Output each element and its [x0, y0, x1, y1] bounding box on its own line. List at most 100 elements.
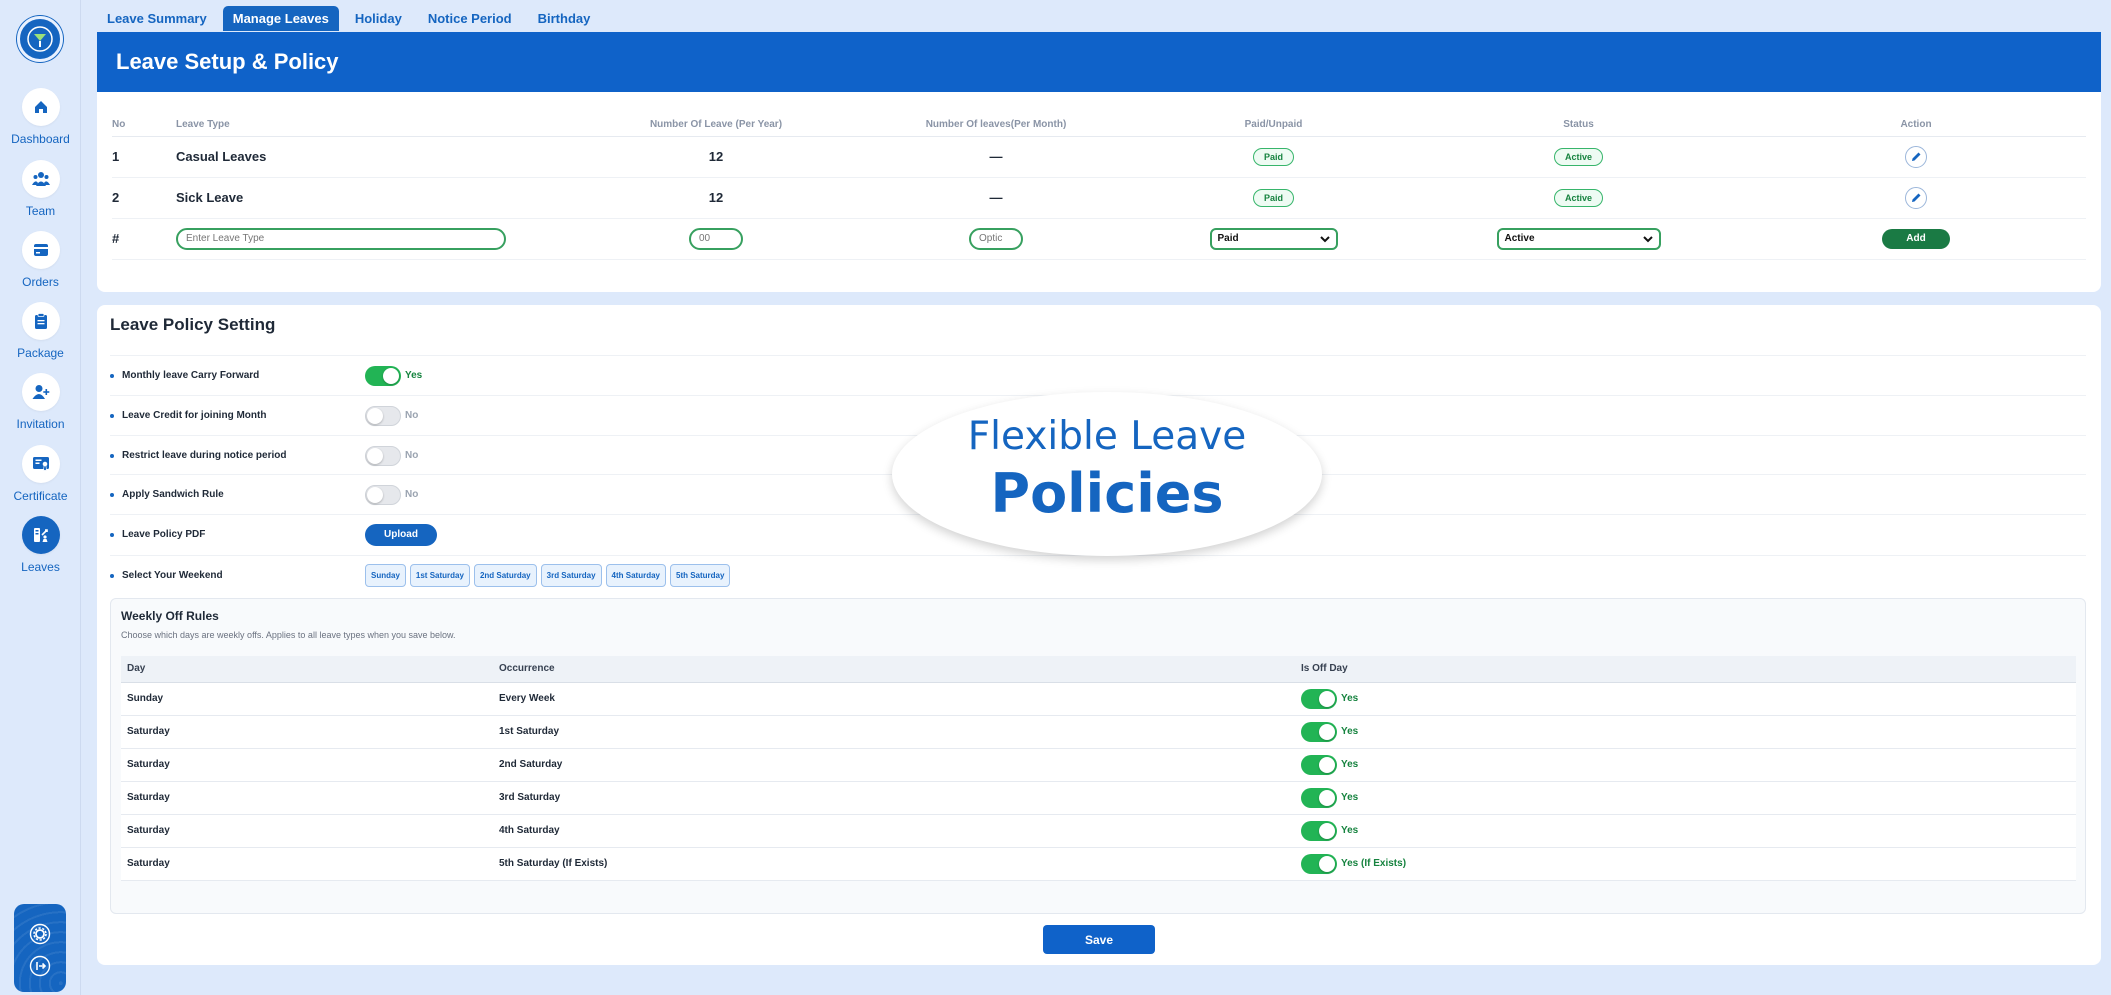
tab-manage-leaves[interactable]: Manage Leaves	[222, 5, 339, 31]
tab-holiday[interactable]: Holiday	[345, 6, 412, 31]
paid-unpaid-select[interactable]: Paid	[1209, 227, 1338, 250]
weekend-option-1st-saturday[interactable]: 1st Saturday	[409, 564, 470, 587]
sidebar-item-invitation[interactable]: Invitation	[0, 373, 81, 431]
row-action-cell	[1746, 136, 2086, 178]
add-leave-button[interactable]: Add	[1882, 228, 1950, 249]
edit-button[interactable]	[1905, 186, 1927, 209]
row-day: Saturday	[121, 715, 493, 749]
new-row-marker: #	[112, 218, 176, 260]
sidebar-footer	[14, 904, 66, 992]
row-off-cell: Yes	[1295, 682, 2076, 716]
row-per-month: —	[856, 177, 1136, 219]
row-day: Sunday	[121, 682, 493, 716]
sidebar-item-label: Orders	[22, 275, 59, 289]
row-paid-cell: Paid	[1136, 136, 1411, 178]
app-logo[interactable]	[17, 16, 63, 62]
per-month-input[interactable]	[969, 227, 1023, 250]
row-leave-type: Sick Leave	[176, 177, 576, 219]
table-row: 1 Casual Leaves 12 — Paid Active	[112, 136, 2086, 178]
paid-badge: Paid	[1252, 188, 1294, 207]
row-occurrence: Every Week	[493, 682, 1295, 716]
tab-leave-summary[interactable]: Leave Summary	[97, 6, 217, 31]
certificate-icon	[21, 445, 60, 483]
col-header-day: Day	[121, 656, 493, 683]
col-header-per-year: Number Of Leave (Per Year)	[576, 114, 856, 137]
policy-label: Monthly leave Carry Forward	[110, 370, 365, 381]
sandwich-rule-toggle[interactable]	[365, 484, 401, 505]
row-status-cell: Active	[1411, 136, 1746, 178]
sidebar-item-certificate[interactable]: Certificate	[0, 445, 81, 503]
settings-icon[interactable]	[28, 922, 52, 946]
tab-notice-period[interactable]: Notice Period	[418, 6, 522, 31]
sidebar-item-team[interactable]: Team	[0, 160, 81, 218]
table-row: Saturday 3rd Saturday Yes	[121, 781, 2076, 815]
new-leave-row: # Paid Active	[112, 218, 2086, 260]
page-title: Leave Setup & Policy	[116, 49, 339, 74]
row-day: Saturday	[121, 748, 493, 782]
row-no: 1	[112, 136, 176, 178]
restrict-notice-toggle[interactable]	[365, 445, 401, 466]
toggle-state: Yes	[1341, 693, 1359, 705]
leaves-icon	[21, 516, 60, 554]
off-day-toggle[interactable]	[1301, 688, 1337, 709]
paid-badge: Paid	[1252, 147, 1294, 166]
row-occurrence: 3rd Saturday	[493, 781, 1295, 815]
row-off-cell: Yes	[1295, 715, 2076, 749]
weekend-option-4th-saturday[interactable]: 4th Saturday	[605, 564, 666, 587]
col-header-leave-type: Leave Type	[176, 114, 576, 137]
leave-type-input[interactable]	[176, 227, 506, 250]
weekend-option-5th-saturday[interactable]: 5th Saturday	[670, 564, 731, 587]
weekend-option-sunday[interactable]: Sunday	[365, 564, 406, 587]
tab-birthday[interactable]: Birthday	[528, 6, 601, 31]
row-occurrence: 5th Saturday (If Exists)	[493, 847, 1295, 881]
logout-icon[interactable]	[28, 954, 52, 978]
sidebar-item-leaves[interactable]: Leaves	[0, 516, 81, 574]
sidebar-item-orders[interactable]: Orders	[0, 231, 81, 289]
status-select[interactable]: Active	[1496, 227, 1661, 250]
row-off-cell: Yes (If Exists)	[1295, 847, 2076, 881]
home-icon	[21, 88, 60, 126]
paid-select-value: Paid	[1217, 233, 1239, 244]
carry-forward-toggle[interactable]	[365, 365, 401, 386]
sidebar-item-label: Dashboard	[11, 132, 70, 146]
row-leave-type: Casual Leaves	[176, 136, 576, 178]
save-button[interactable]: Save	[1043, 925, 1155, 954]
weekend-option-3rd-saturday[interactable]: 3rd Saturday	[540, 564, 602, 587]
table-row: Saturday 5th Saturday (If Exists) Yes (I…	[121, 847, 2076, 881]
off-day-toggle[interactable]	[1301, 853, 1337, 874]
sidebar: Dashboard Team Orders Package Invitation…	[0, 0, 81, 995]
sidebar-item-dashboard[interactable]: Dashboard	[0, 88, 81, 146]
weekend-option-2nd-saturday[interactable]: 2nd Saturday	[473, 564, 537, 587]
table-row: Sunday Every Week Yes	[121, 682, 2076, 716]
off-day-toggle[interactable]	[1301, 721, 1337, 742]
per-year-input[interactable]	[689, 227, 743, 250]
table-row: 2 Sick Leave 12 — Paid Active	[112, 177, 2086, 219]
policy-label: Leave Credit for joining Month	[110, 410, 365, 421]
paid-select-cell: Paid	[1136, 218, 1411, 260]
off-day-toggle[interactable]	[1301, 820, 1337, 841]
sidebar-item-label: Invitation	[16, 417, 65, 431]
per-month-cell	[856, 218, 1136, 260]
policy-row-weekend: Select Your Weekend Sunday 1st Saturday …	[110, 555, 2086, 595]
row-day: Saturday	[121, 814, 493, 848]
upload-button[interactable]: Upload	[365, 523, 437, 546]
weekly-off-rules-panel: Weekly Off Rules Choose which days are w…	[110, 598, 2086, 914]
table-row: Saturday 2nd Saturday Yes	[121, 748, 2076, 782]
policy-label: Apply Sandwich Rule	[110, 489, 365, 500]
policy-label: Select Your Weekend	[110, 570, 365, 581]
col-header-is-off-day: Is Off Day	[1295, 656, 2076, 683]
col-header-per-month: Number Of leaves(Per Month)	[856, 114, 1136, 137]
off-day-toggle[interactable]	[1301, 754, 1337, 775]
toggle-state: Yes	[1341, 792, 1359, 804]
toggle-state: Yes	[1341, 726, 1359, 738]
row-per-year: 12	[576, 177, 856, 219]
sidebar-item-label: Leaves	[21, 560, 60, 574]
sidebar-item-package[interactable]: Package	[0, 302, 81, 360]
row-occurrence: 1st Saturday	[493, 715, 1295, 749]
row-occurrence: 4th Saturday	[493, 814, 1295, 848]
off-day-toggle[interactable]	[1301, 787, 1337, 808]
row-occurrence: 2nd Saturday	[493, 748, 1295, 782]
credit-joining-toggle[interactable]	[365, 405, 401, 426]
row-action-cell	[1746, 177, 2086, 219]
edit-button[interactable]	[1905, 145, 1927, 168]
